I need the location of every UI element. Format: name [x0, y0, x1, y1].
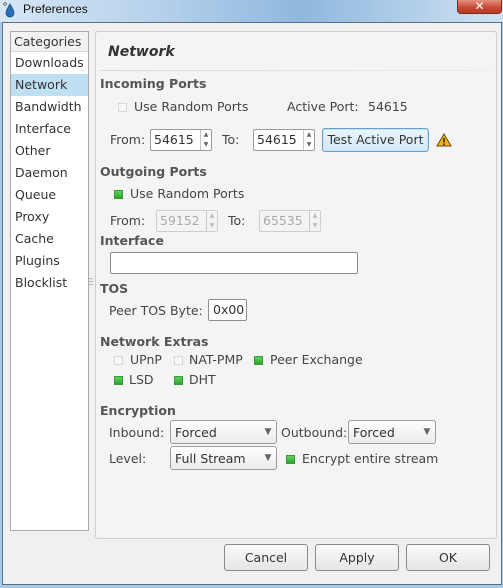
- upnp-checkbox[interactable]: [114, 356, 123, 365]
- inbound-select[interactable]: Forced ▼: [170, 420, 277, 444]
- spin-down-icon[interactable]: ▼: [310, 221, 320, 231]
- dropdown-arrow-icon: ▼: [423, 427, 431, 437]
- level-label: Level:: [109, 451, 147, 466]
- level-select[interactable]: Full Stream ▼: [170, 446, 277, 470]
- incoming-from-label: From:: [110, 132, 146, 147]
- encrypt-stream-label: Encrypt entire stream: [302, 451, 439, 466]
- warning-icon: [436, 133, 452, 147]
- title-divider: [100, 70, 492, 71]
- window-title: Preferences: [23, 2, 88, 16]
- spin-up-icon[interactable]: ▲: [310, 211, 320, 221]
- encryption-heading: Encryption: [100, 403, 176, 418]
- sidebar-item-blocklist[interactable]: Blocklist: [11, 272, 88, 294]
- page-title: Network: [108, 44, 175, 60]
- level-value: Full Stream: [175, 450, 246, 466]
- outgoing-from-value[interactable]: 59152: [157, 211, 206, 231]
- network-page: Network Incoming Ports Use Random Ports …: [95, 31, 497, 539]
- spin-up-icon[interactable]: ▲: [304, 130, 314, 140]
- sidebar-item-other[interactable]: Other: [11, 140, 88, 162]
- outbound-value: Forced: [353, 424, 395, 440]
- sidebar-item-daemon[interactable]: Daemon: [11, 162, 88, 184]
- preferences-dialog: Categories Downloads Network Bandwidth I…: [2, 22, 502, 585]
- outgoing-to-spinner[interactable]: 65535 ▲ ▼: [259, 210, 321, 232]
- close-button[interactable]: ✕: [457, 0, 502, 14]
- outbound-select[interactable]: Forced ▼: [348, 420, 436, 444]
- outbound-label: Outbound:: [281, 425, 348, 440]
- tos-heading: TOS: [100, 281, 129, 296]
- spin-up-icon[interactable]: ▲: [207, 211, 217, 221]
- network-extras-heading: Network Extras: [100, 334, 209, 349]
- peer-exchange-label: Peer Exchange: [270, 352, 363, 367]
- incoming-from-value[interactable]: 54615: [151, 130, 200, 150]
- categories-header: Categories: [11, 32, 88, 52]
- dropdown-arrow-icon: ▼: [264, 453, 272, 463]
- dht-checkbox[interactable]: [174, 376, 183, 385]
- lsd-checkbox[interactable]: [114, 376, 123, 385]
- outgoing-random-ports-label: Use Random Ports: [130, 186, 245, 201]
- encrypt-stream-checkbox[interactable]: [286, 455, 295, 464]
- incoming-random-ports-label: Use Random Ports: [134, 99, 249, 114]
- apply-button[interactable]: Apply: [315, 544, 399, 571]
- sidebar-item-downloads[interactable]: Downloads: [11, 52, 88, 74]
- sidebar-item-bandwidth[interactable]: Bandwidth: [11, 96, 88, 118]
- spin-down-icon[interactable]: ▼: [201, 140, 211, 150]
- natpmp-label: NAT-PMP: [189, 352, 243, 367]
- sidebar-item-proxy[interactable]: Proxy: [11, 206, 88, 228]
- dropdown-arrow-icon: ▼: [264, 427, 272, 437]
- peer-tos-label: Peer TOS Byte:: [109, 303, 203, 318]
- incoming-to-spinner[interactable]: 54615 ▲ ▼: [253, 129, 315, 151]
- incoming-ports-heading: Incoming Ports: [100, 76, 207, 91]
- outgoing-ports-heading: Outgoing Ports: [100, 164, 207, 179]
- inbound-value: Forced: [175, 424, 217, 440]
- inbound-label: Inbound:: [109, 425, 165, 440]
- outgoing-from-label: From:: [110, 213, 146, 228]
- dht-label: DHT: [189, 372, 216, 387]
- incoming-to-value[interactable]: 54615: [254, 130, 303, 150]
- sidebar-item-queue[interactable]: Queue: [11, 184, 88, 206]
- natpmp-checkbox[interactable]: [174, 356, 183, 365]
- pane-splitter-handle[interactable]: [89, 278, 94, 288]
- categories-list: Categories Downloads Network Bandwidth I…: [10, 31, 89, 531]
- active-port-label: Active Port:: [287, 99, 359, 114]
- spin-up-icon[interactable]: ▲: [201, 130, 211, 140]
- incoming-random-ports-checkbox[interactable]: [118, 103, 127, 112]
- active-port-value: 54615: [368, 99, 408, 114]
- test-active-port-button[interactable]: Test Active Port: [322, 128, 429, 152]
- interface-input[interactable]: [110, 252, 358, 274]
- app-icon: [3, 2, 15, 18]
- sidebar-item-interface[interactable]: Interface: [11, 118, 88, 140]
- sidebar-item-network[interactable]: Network: [11, 74, 88, 96]
- title-bar: Preferences ✕: [0, 0, 503, 22]
- outgoing-to-label: To:: [228, 213, 246, 228]
- sidebar-item-cache[interactable]: Cache: [11, 228, 88, 250]
- upnp-label: UPnP: [130, 352, 162, 367]
- peer-tos-input[interactable]: 0x00: [208, 299, 247, 321]
- cancel-button[interactable]: Cancel: [224, 544, 308, 571]
- close-icon: ✕: [474, 0, 485, 13]
- outgoing-from-spinner[interactable]: 59152 ▲ ▼: [156, 210, 218, 232]
- incoming-from-spinner[interactable]: 54615 ▲ ▼: [150, 129, 212, 151]
- sidebar-item-plugins[interactable]: Plugins: [11, 250, 88, 272]
- outgoing-to-value[interactable]: 65535: [260, 211, 309, 231]
- peer-exchange-checkbox[interactable]: [254, 356, 263, 365]
- spin-down-icon[interactable]: ▼: [207, 221, 217, 231]
- interface-heading: Interface: [100, 233, 164, 248]
- incoming-to-label: To:: [222, 132, 240, 147]
- lsd-label: LSD: [129, 372, 154, 387]
- spin-down-icon[interactable]: ▼: [304, 140, 314, 150]
- outgoing-random-ports-checkbox[interactable]: [114, 190, 123, 199]
- ok-button[interactable]: OK: [406, 544, 490, 571]
